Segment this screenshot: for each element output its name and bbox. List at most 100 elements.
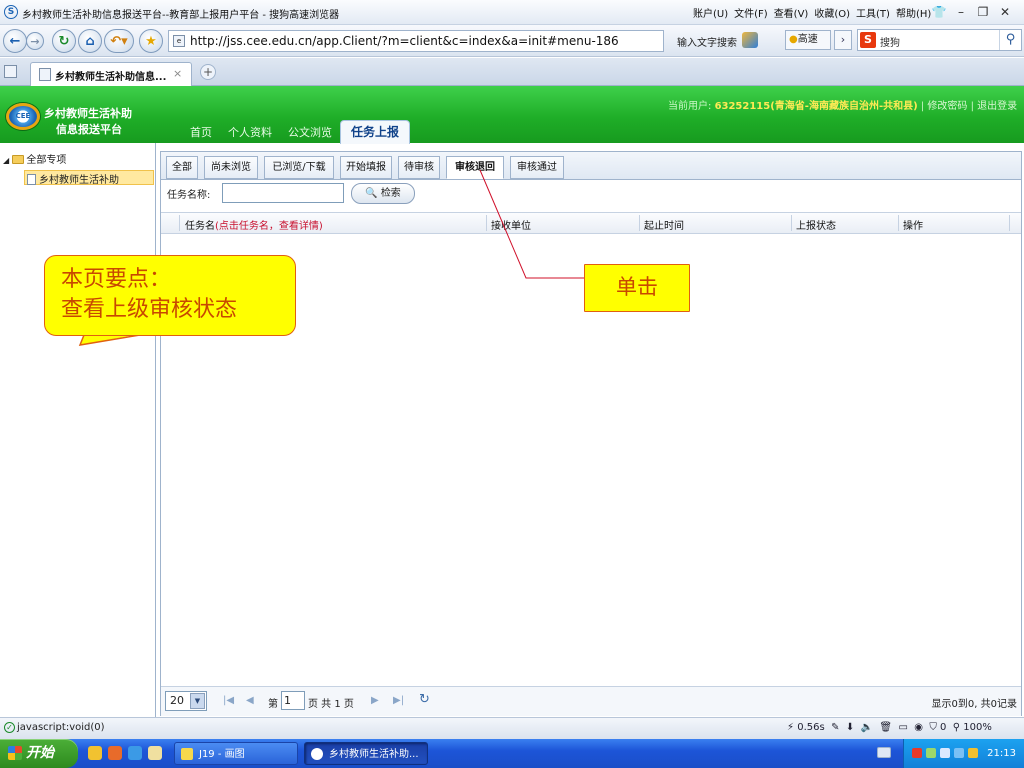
tab-start-fill[interactable]: 开始填报 [340, 156, 392, 179]
shield-icon[interactable]: ⛉ [929, 722, 937, 733]
url-text[interactable]: http://jss.cee.edu.cn/app.Client/?m=clie… [190, 34, 619, 48]
window-controls: 👕 – ❐ ✕ [928, 3, 1016, 21]
text-search-hint[interactable]: 输入文字搜索 [677, 34, 737, 49]
status-message: javascript:void(0) [17, 722, 105, 733]
zoom-icon[interactable]: ⚲ [953, 722, 960, 733]
first-page-icon[interactable]: |◀ [223, 695, 234, 706]
title-bar: S 乡村教师生活补助信息报送平台--教育部上报用户平台 - 搜狗高速浏览器 账户… [0, 0, 1024, 25]
next-button[interactable]: › [834, 30, 852, 50]
refresh-button[interactable]: ↻ [52, 29, 76, 53]
tray-security-icon[interactable] [954, 748, 964, 758]
new-tab-button[interactable]: + [200, 64, 216, 80]
speed-test-icon[interactable]: ⚡ [787, 722, 794, 733]
menu-tools[interactable]: 工具(T) [856, 5, 890, 20]
sound-icon[interactable]: 🔈 [861, 722, 873, 733]
app-name-line1: 乡村教师生活补助 [44, 107, 132, 120]
menu-view[interactable]: 查看(V) [774, 5, 809, 20]
screen-icon[interactable]: ▭ [898, 722, 907, 733]
trash-icon[interactable]: 🗑 [879, 722, 892, 733]
tab-pending-review[interactable]: 待审核 [398, 156, 440, 179]
pager: 20 ▼ |◀ ◀ 第 1 页 共 1 页 ▶ ▶| ↻ 显示0到0, 共0记录 [161, 686, 1021, 716]
page-number-input[interactable]: 1 [281, 691, 305, 710]
search-button[interactable]: 🔍 检索 [351, 183, 415, 204]
quick-launch [88, 746, 168, 760]
search-box[interactable]: S 搜狗 ⚲ [857, 29, 1022, 51]
keyboard-icon[interactable] [877, 747, 891, 758]
skin-icon[interactable]: 👕 [928, 3, 950, 21]
tab-not-viewed[interactable]: 尚未浏览 [204, 156, 258, 179]
favorite-star-button[interactable]: ★ [139, 29, 163, 53]
app-icon[interactable] [88, 746, 102, 760]
nav-home[interactable]: 首页 [190, 124, 212, 140]
menu-bar: 账户(U) 文件(F) 查看(V) 收藏(O) 工具(T) 帮助(H) [693, 5, 937, 20]
home-button[interactable]: ⌂ [78, 29, 102, 53]
search-helper-icon[interactable] [742, 32, 758, 48]
next-page-icon[interactable]: ▶ [371, 695, 379, 706]
nav-task-report[interactable]: 任务上报 [340, 120, 410, 144]
column-divider [486, 215, 487, 231]
note-line1: 本页要点： [61, 267, 172, 292]
address-bar[interactable]: e http://jss.cee.edu.cn/app.Client/?m=cl… [168, 30, 664, 52]
task-panel: 全部 尚未浏览 已浏览/下载 开始填报 待审核 审核退回 审核通过 任务名称: … [160, 151, 1022, 716]
menu-favorites[interactable]: 收藏(O) [814, 5, 850, 20]
menu-file[interactable]: 文件(F) [734, 5, 768, 20]
column-task-name[interactable]: 任务名(点击任务名，查看详情) [185, 217, 323, 232]
tree-root[interactable]: ◢ 全部专项 [3, 151, 66, 166]
nav-profile[interactable]: 个人资料 [228, 124, 272, 140]
close-button[interactable]: ✕ [994, 3, 1016, 21]
tab-review-passed[interactable]: 审核通过 [510, 156, 564, 179]
restore-button[interactable]: ❐ [972, 3, 994, 21]
change-password-link[interactable]: 修改密码 [927, 101, 967, 112]
minimize-button[interactable]: – [950, 3, 972, 21]
refresh-icon[interactable]: ↻ [419, 692, 430, 707]
tray-shield-icon[interactable] [912, 748, 922, 758]
ie-icon[interactable] [128, 746, 142, 760]
column-divider [639, 215, 640, 231]
app-icon[interactable] [108, 746, 122, 760]
prev-page-icon[interactable]: ◀ [246, 695, 254, 706]
chevron-down-icon[interactable]: ▼ [190, 693, 205, 709]
edit-icon[interactable]: ✎ [831, 722, 839, 733]
tree-item-selected[interactable]: 乡村教师生活补助 [24, 170, 154, 186]
tray-sound-icon[interactable] [940, 748, 950, 758]
column-receiver[interactable]: 接收单位 [491, 217, 531, 232]
forward-button[interactable]: → [26, 32, 44, 50]
tab-all[interactable]: 全部 [166, 156, 198, 179]
folder-icon [12, 155, 25, 164]
browser-tab[interactable]: 乡村教师生活补助信息... × [30, 62, 192, 86]
tray-app-icon[interactable] [968, 748, 978, 758]
tab-label: 乡村教师生活补助信息... [55, 72, 167, 83]
status-text: ✓ javascript:void(0) [4, 722, 105, 733]
restore-tab-button[interactable]: ↶▾ [104, 29, 134, 53]
tree-root-label: 全部专项 [26, 155, 67, 166]
tray-network-icon[interactable] [926, 748, 936, 758]
column-action[interactable]: 操作 [903, 217, 923, 232]
nav-documents[interactable]: 公文浏览 [288, 124, 332, 140]
eye-icon[interactable]: ◉ [914, 722, 923, 733]
sidebar-toggle-icon[interactable] [4, 65, 17, 78]
tab-review-returned[interactable]: 审核退回 [446, 156, 504, 179]
menu-account[interactable]: 账户(U) [693, 5, 728, 20]
column-period[interactable]: 起止时间 [644, 217, 684, 232]
tab-viewed-downloaded[interactable]: 已浏览/下载 [264, 156, 334, 179]
system-tray: 21:13 [903, 739, 1024, 768]
search-icon[interactable]: ⚲ [999, 30, 1021, 50]
app-icon[interactable] [148, 746, 162, 760]
taskbar-browser[interactable]: 乡村教师生活补助... [304, 742, 428, 765]
zoom-level[interactable]: 100% [963, 722, 992, 733]
page-size-select[interactable]: 20 ▼ [165, 691, 207, 711]
last-page-icon[interactable]: ▶| [393, 695, 404, 706]
load-time: 0.56s [797, 722, 825, 733]
speed-mode-toggle[interactable]: ●高速 [785, 30, 831, 50]
collapse-triangle-icon[interactable]: ◢ [3, 156, 9, 165]
task-name-input[interactable] [222, 183, 344, 203]
column-report-status[interactable]: 上报状态 [796, 217, 836, 232]
tab-close-icon[interactable]: × [173, 67, 182, 80]
download-icon[interactable]: ⬇ [846, 722, 854, 733]
tab-strip: 乡村教师生活补助信息... × + [0, 58, 1024, 86]
back-button[interactable]: ← [3, 29, 27, 53]
taskbar-paint[interactable]: J19 - 画图 [174, 742, 298, 765]
note-line2: 查看上级审核状态 [61, 297, 238, 322]
logout-link[interactable]: 退出登录 [977, 101, 1017, 112]
menu-help[interactable]: 帮助(H) [896, 5, 931, 20]
